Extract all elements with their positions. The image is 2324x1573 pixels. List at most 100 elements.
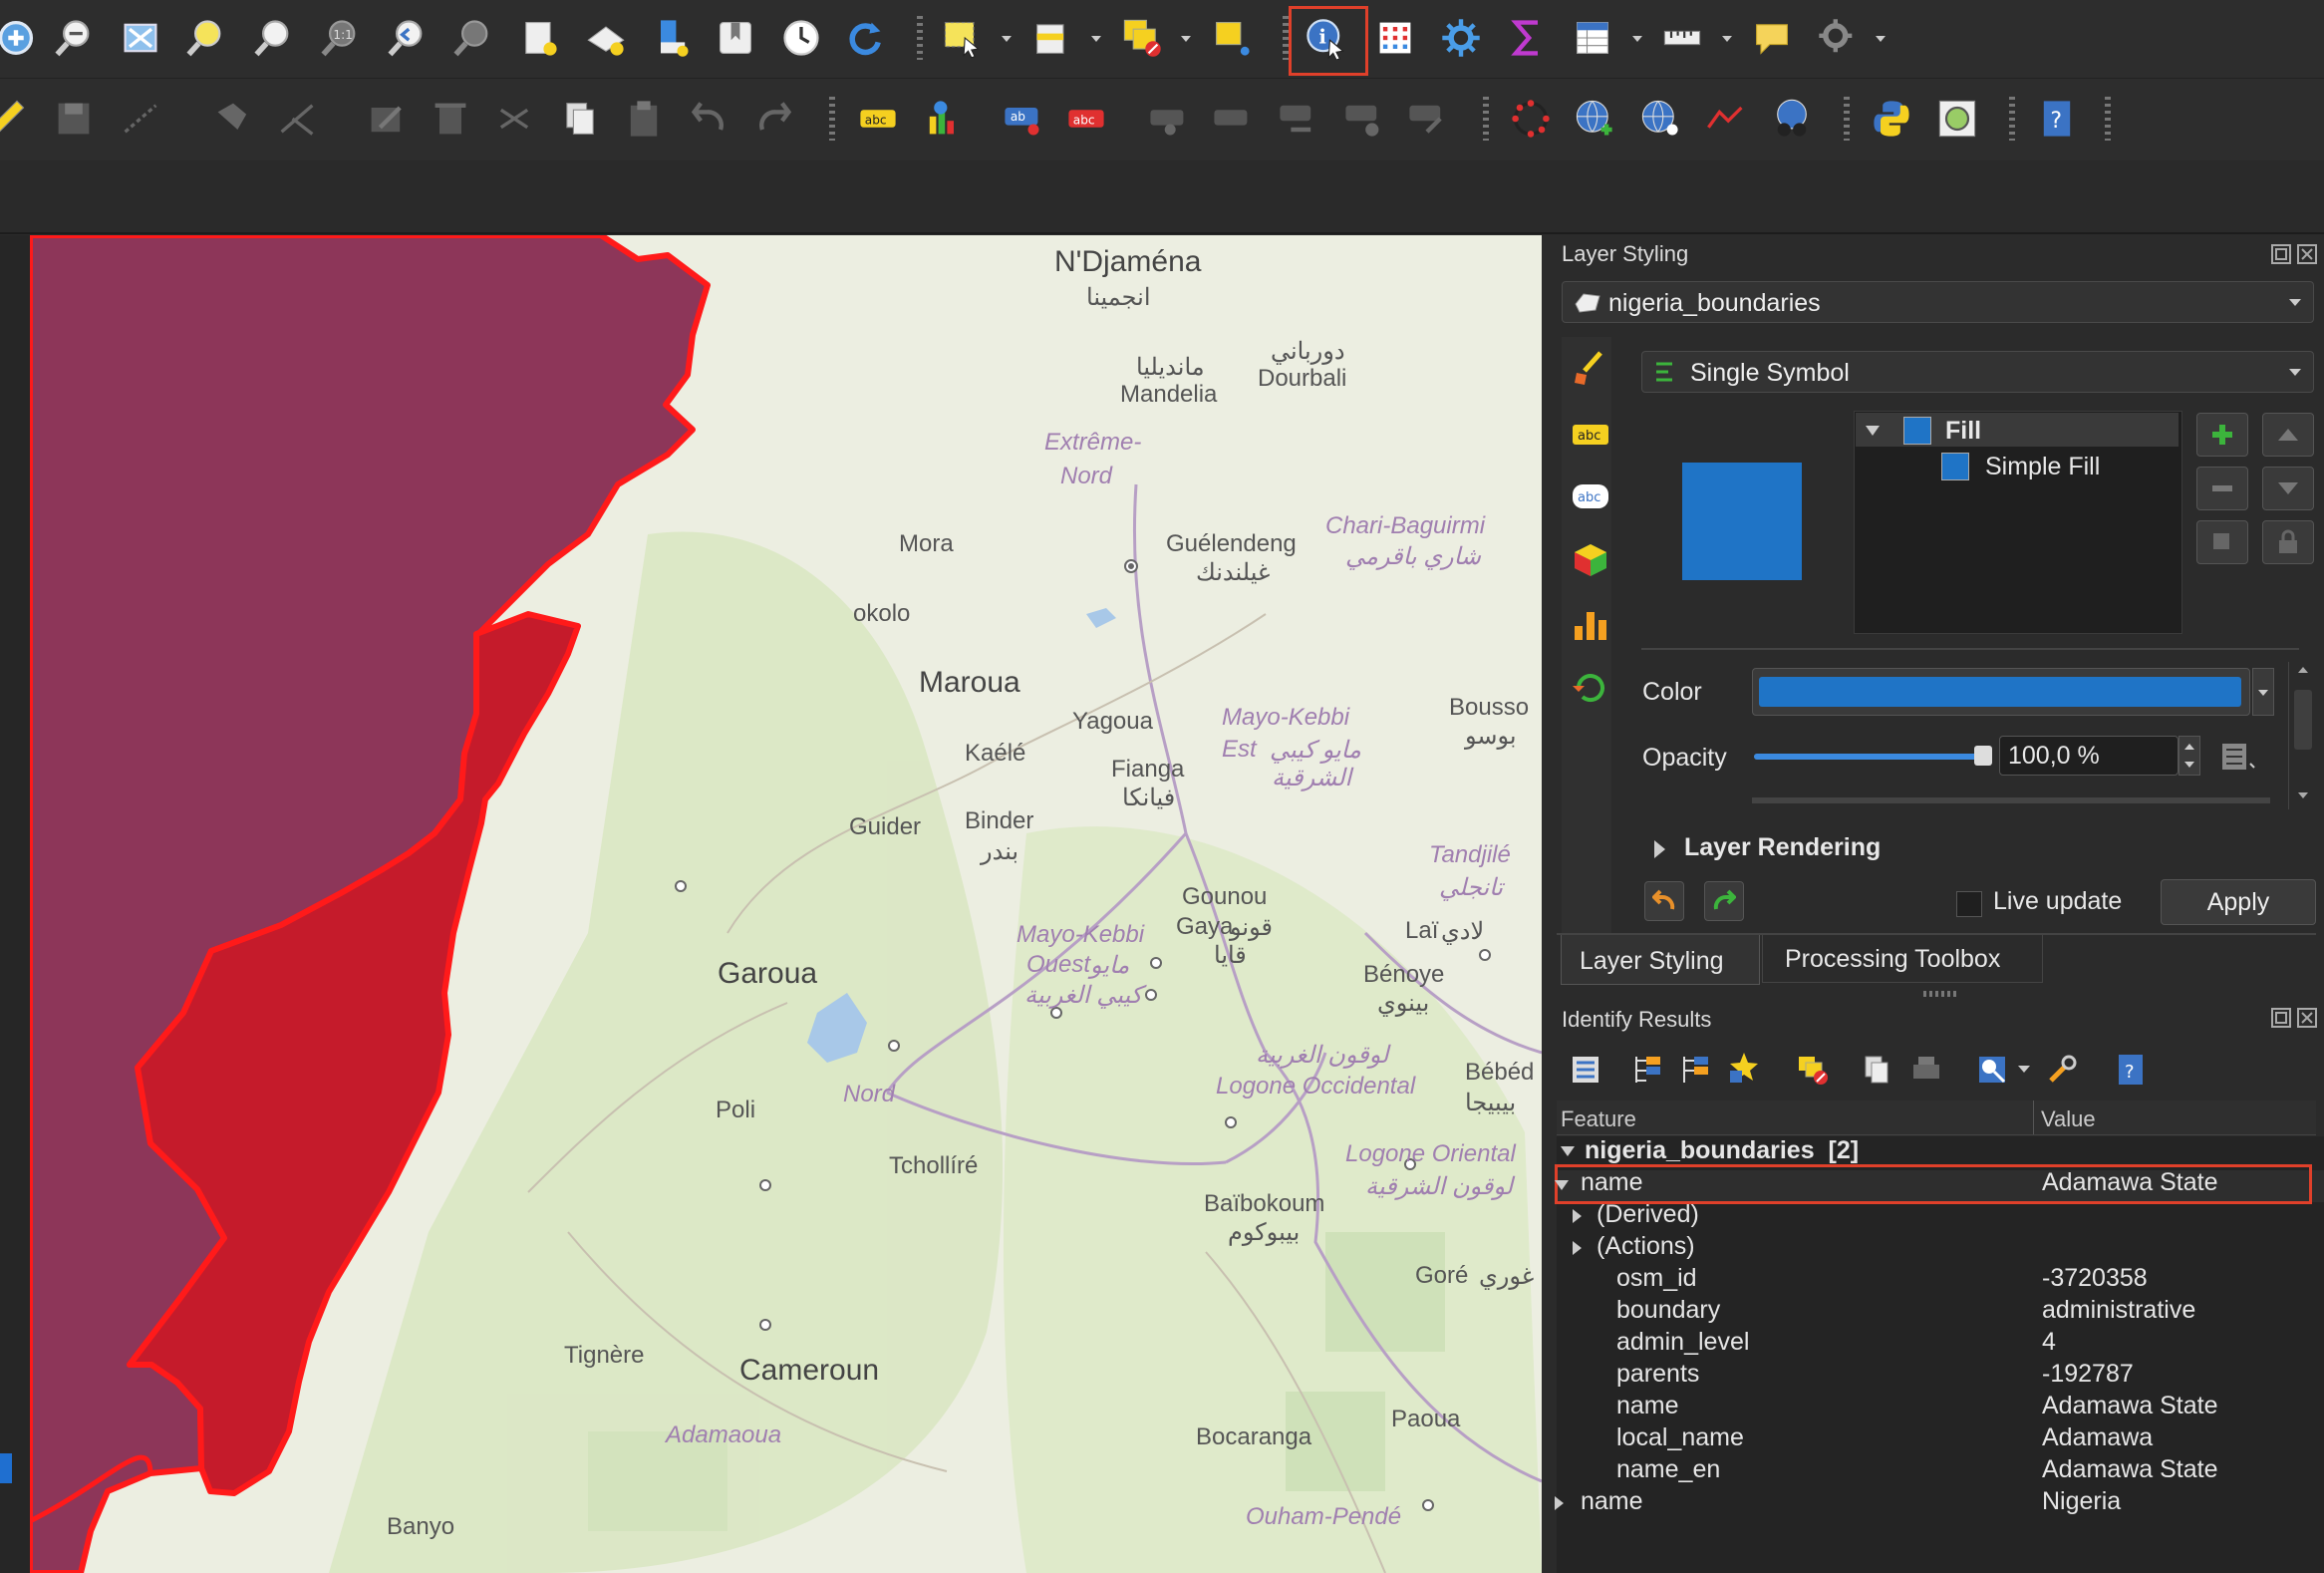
collapsed-triangle-icon[interactable] [1573, 1209, 1582, 1223]
column-divider[interactable] [2033, 1101, 2034, 1134]
toolbar-grip[interactable] [1844, 97, 1850, 141]
expand-triangle-icon[interactable] [1654, 840, 1665, 858]
attribute-row[interactable]: parents -192787 [1555, 1360, 2322, 1392]
expand-all-icon[interactable] [1630, 1053, 1664, 1087]
label-properties-icon[interactable] [1337, 93, 1389, 145]
zoom-next-icon[interactable] [446, 12, 498, 64]
paste-features-icon[interactable] [618, 93, 670, 145]
attribute-row[interactable]: admin_level 4 [1555, 1328, 2322, 1360]
column-header-value[interactable]: Value [2041, 1106, 2096, 1132]
opacity-slider-track[interactable] [1754, 754, 1983, 760]
rotate-label-icon[interactable] [1206, 93, 1258, 145]
close-dock-icon[interactable] [2296, 243, 2318, 265]
toolbar-grip[interactable] [829, 97, 835, 141]
help-icon[interactable]: ? [2117, 1053, 2145, 1087]
copy-feature-icon[interactable] [1860, 1053, 1893, 1087]
layer-selector-combo[interactable]: nigeria_boundaries [1562, 281, 2314, 323]
add-feature-icon[interactable] [207, 93, 259, 145]
color-button[interactable] [1752, 668, 2250, 716]
diagrams-icon[interactable] [1571, 604, 1610, 644]
expand-triangle-icon[interactable] [1866, 426, 1880, 436]
zoom-native-icon[interactable]: 1:1 [314, 12, 366, 64]
map-tips-icon[interactable] [1746, 12, 1798, 64]
add-wfs-layer-icon[interactable] [1634, 93, 1686, 145]
toggle-editing-icon[interactable] [0, 93, 32, 145]
apply-button[interactable]: Apply [2161, 879, 2316, 925]
diagram-options-icon[interactable] [917, 93, 969, 145]
open-table-icon[interactable] [1567, 12, 1618, 64]
zoom-in-icon[interactable] [0, 12, 42, 64]
duplicate-symbol-layer-button[interactable] [2196, 520, 2248, 564]
shape-digitize-icon[interactable] [1505, 93, 1557, 145]
move-label-icon[interactable] [1142, 93, 1194, 145]
metasearch-icon[interactable] [1766, 93, 1818, 145]
select-location-icon[interactable] [1206, 12, 1258, 64]
attribute-row[interactable]: name_en Adamawa State [1555, 1455, 2322, 1487]
line-profile-icon[interactable] [1700, 93, 1752, 145]
attribute-table-icon[interactable] [1369, 12, 1421, 64]
renderer-combo[interactable]: Single Symbol [1641, 351, 2314, 393]
remove-symbol-layer-button[interactable] [2196, 467, 2248, 510]
expand-triangle-icon[interactable] [1561, 1146, 1575, 1157]
bookmark-manager-icon[interactable] [710, 12, 761, 64]
deselect-features-icon[interactable] [1116, 12, 1168, 64]
identify-mode-icon[interactable] [1975, 1053, 2009, 1087]
zoom-out-icon[interactable] [48, 12, 100, 64]
change-label-icon[interactable] [1272, 93, 1323, 145]
toolbar-grip[interactable] [2105, 97, 2111, 141]
select-by-value-icon[interactable] [1026, 12, 1078, 64]
help-icon[interactable]: ? [2031, 93, 2083, 145]
live-update-checkbox[interactable] [1956, 891, 1982, 917]
attribute-row[interactable]: (Derived) [1555, 1200, 2322, 1232]
collapsed-triangle-icon[interactable] [1573, 1241, 1582, 1255]
digitize-line-icon[interactable] [115, 93, 166, 145]
labels-icon[interactable]: abc [1571, 415, 1610, 455]
add-symbol-layer-button[interactable] [2196, 413, 2248, 457]
layer-rendering-section[interactable]: Layer Rendering [1684, 833, 1881, 862]
collapse-all-icon[interactable] [1678, 1053, 1712, 1087]
new-bookmark-icon[interactable] [513, 12, 565, 64]
select-features-icon[interactable] [937, 12, 989, 64]
tab-processing-toolbox[interactable]: Processing Toolbox [1762, 935, 2043, 983]
close-dock-icon[interactable] [2296, 1007, 2318, 1029]
float-dock-icon[interactable] [2270, 1007, 2292, 1029]
collapsed-triangle-icon[interactable] [1555, 1496, 1564, 1510]
print-icon[interactable] [1909, 1053, 1943, 1087]
spatial-bookmark-icon[interactable] [646, 12, 698, 64]
processing-gear-icon[interactable] [1435, 12, 1487, 64]
chevron-down-icon[interactable] [1089, 32, 1103, 46]
delete-selected-icon[interactable] [425, 93, 476, 145]
redo-style-button[interactable] [1704, 881, 1744, 921]
expand-new-results-icon[interactable] [1726, 1051, 1762, 1087]
dock-splitter-handle[interactable] [1923, 991, 1959, 997]
quickmapservices-icon[interactable] [1931, 93, 1983, 145]
styling-scrollbar[interactable] [2288, 662, 2317, 809]
attribute-row[interactable]: boundary administrative [1555, 1296, 2322, 1328]
measure-line-icon[interactable] [1656, 12, 1708, 64]
zoom-layer-icon[interactable] [247, 12, 299, 64]
tab-layer-styling[interactable]: Layer Styling [1561, 935, 1760, 985]
map-canvas[interactable]: N'Djaména انجمينا مانديليا Mandelia دورب… [30, 235, 1542, 1573]
chevron-down-icon[interactable] [1000, 32, 1014, 46]
show-hide-labels-icon[interactable]: abc [1060, 93, 1112, 145]
pin-labels-icon[interactable]: ab [997, 93, 1048, 145]
attribute-row[interactable]: (Actions) [1555, 1232, 2322, 1264]
python-console-icon[interactable] [1866, 93, 1917, 145]
chevron-down-icon[interactable] [2017, 1065, 2031, 1075]
toolbar-grip[interactable] [2009, 97, 2015, 141]
data-defined-override-icon[interactable] [2218, 740, 2258, 774]
redo-icon[interactable] [747, 93, 799, 145]
attribute-row[interactable]: name Nigeria [1555, 1487, 2322, 1519]
copy-features-icon[interactable] [554, 93, 606, 145]
3d-view-icon[interactable] [1571, 540, 1610, 580]
attribute-row[interactable]: name Adamawa State [1555, 1392, 2322, 1423]
attribute-row[interactable]: osm_id -3720358 [1555, 1264, 2322, 1296]
refresh-icon[interactable] [839, 12, 891, 64]
toolbar-grip[interactable] [917, 16, 923, 60]
expand-triangle-icon[interactable] [1555, 1180, 1569, 1190]
unpin-labels-icon[interactable] [1401, 93, 1453, 145]
float-dock-icon[interactable] [2270, 243, 2292, 265]
attribute-row[interactable]: local_name Adamawa [1555, 1423, 2322, 1455]
symbology-brush-icon[interactable] [1571, 349, 1610, 389]
symbol-tree-simple-fill-label[interactable]: Simple Fill [1985, 453, 2100, 481]
